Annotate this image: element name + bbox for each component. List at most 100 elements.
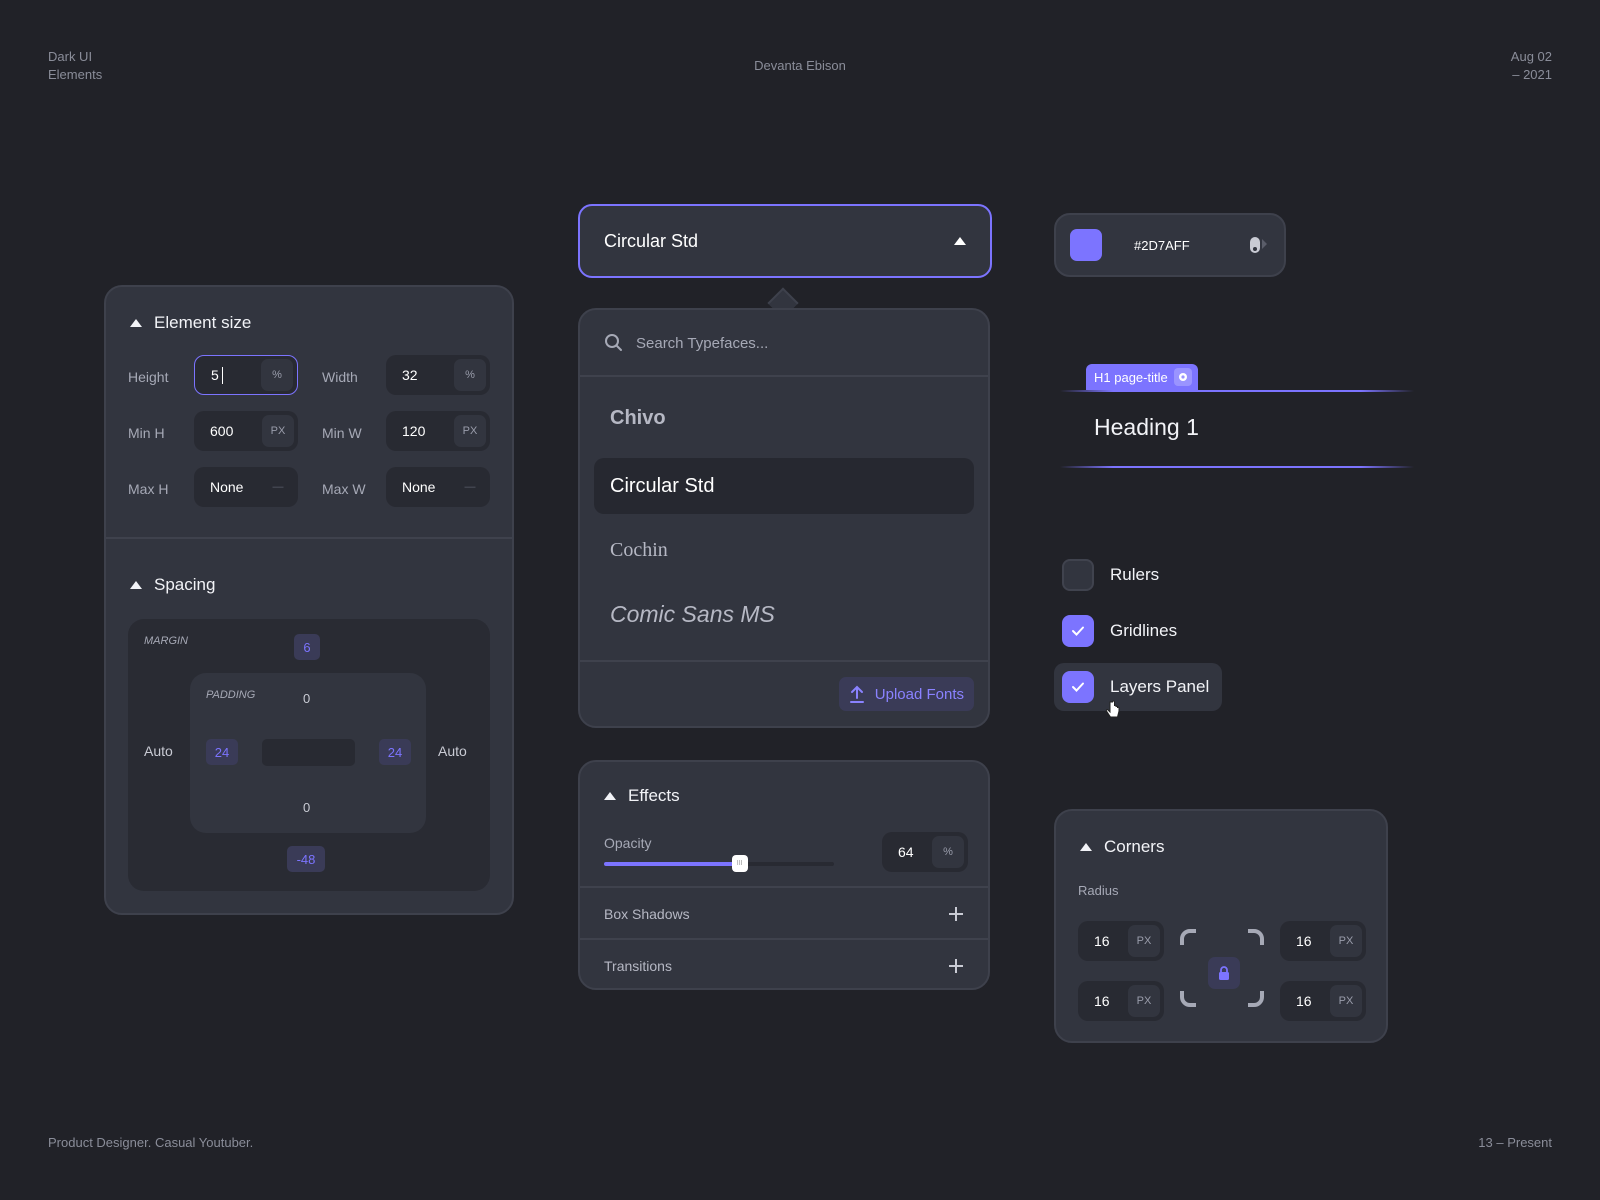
radius-value: 16: [1296, 933, 1312, 949]
font-option-cochin[interactable]: Cochin: [594, 522, 974, 578]
color-picker[interactable]: #2D7AFF: [1054, 213, 1286, 277]
max-height-label: Max H: [128, 481, 169, 497]
font-option-circular-std[interactable]: Circular Std: [594, 458, 974, 514]
padding-bottom-value[interactable]: 0: [303, 800, 310, 815]
eyedropper-icon[interactable]: [1248, 234, 1270, 256]
font-search[interactable]: Search Typefaces...: [580, 310, 988, 376]
padding-top-value[interactable]: 0: [303, 691, 310, 706]
search-icon: [605, 334, 622, 351]
upload-fonts-label: Upload Fonts: [874, 685, 964, 703]
collapse-triangle-icon: [130, 581, 142, 589]
radius-bottom-left-input[interactable]: 16 PX: [1078, 981, 1164, 1021]
min-height-unit[interactable]: PX: [262, 415, 294, 447]
checkbox-box[interactable]: [1062, 615, 1094, 647]
width-unit[interactable]: %: [454, 359, 486, 391]
text-cursor: [222, 367, 223, 384]
checkbox-label: Gridlines: [1110, 621, 1178, 640]
font-dropdown: Search Typefaces... Chivo Circular Std C…: [578, 308, 990, 728]
corners-header[interactable]: Corners: [1080, 837, 1164, 857]
radius-bottom-right-input[interactable]: 16 PX: [1280, 981, 1366, 1021]
radius-label: Radius: [1078, 883, 1119, 898]
transitions-row[interactable]: Transitions: [604, 954, 964, 978]
margin-right-value[interactable]: Auto: [438, 743, 467, 759]
color-hex-value[interactable]: #2D7AFF: [1134, 238, 1190, 253]
element-tag-label: H1 page-title: [1094, 369, 1168, 385]
padding-left-value[interactable]: 24: [206, 739, 238, 765]
padding-box: PADDING 0 24 24 0: [190, 673, 426, 833]
checkbox-box[interactable]: [1062, 671, 1094, 703]
upload-fonts-button[interactable]: Upload Fonts: [838, 677, 974, 711]
max-height-value: None: [210, 479, 244, 495]
content-box: [262, 739, 355, 766]
spacing-header[interactable]: Spacing: [130, 575, 215, 595]
min-width-input[interactable]: 120 PX: [386, 411, 490, 451]
max-height-input[interactable]: None —: [194, 467, 298, 507]
radius-unit: PX: [1128, 925, 1160, 957]
margin-top-value[interactable]: 6: [294, 634, 320, 660]
footer-page: 13 – Present: [1478, 1135, 1552, 1150]
spacing-title: Spacing: [154, 575, 216, 594]
header-date-line1: Aug 02: [1510, 49, 1552, 64]
lock-icon: [1219, 966, 1229, 980]
radius-top-right-input[interactable]: 16 PX: [1280, 921, 1366, 961]
selection-line-bottom: [1060, 466, 1414, 468]
checkmark-icon: [1072, 626, 1084, 636]
checkbox-rulers[interactable]: Rulers: [1062, 559, 1159, 591]
corners-title: Corners: [1104, 837, 1165, 856]
opacity-label: Opacity: [604, 835, 652, 851]
color-swatch[interactable]: [1070, 229, 1102, 261]
hand-cursor-icon: [1105, 700, 1120, 718]
checkbox-box[interactable]: [1062, 559, 1094, 591]
min-height-value: 600: [210, 423, 234, 439]
radius-unit: PX: [1128, 985, 1160, 1017]
transitions-label: Transitions: [604, 958, 672, 974]
radius-top-left-input[interactable]: 16 PX: [1078, 921, 1164, 961]
margin-bottom-value[interactable]: -48: [287, 846, 325, 872]
font-option-chivo[interactable]: Chivo: [594, 390, 974, 446]
effects-title: Effects: [628, 786, 680, 805]
plus-icon[interactable]: [948, 906, 964, 922]
opacity-unit: %: [932, 836, 964, 868]
opacity-input[interactable]: 64 %: [882, 832, 968, 872]
margin-box: MARGIN 6 Auto Auto -48 PADDING 0 24 24 0: [128, 619, 490, 891]
opacity-slider-thumb[interactable]: III: [731, 855, 748, 872]
font-select[interactable]: Circular Std: [578, 204, 992, 278]
margin-left-value[interactable]: Auto: [144, 743, 173, 759]
checkmark-icon: [1072, 682, 1084, 692]
min-height-input[interactable]: 600 PX: [194, 411, 298, 451]
box-shadows-row[interactable]: Box Shadows: [604, 902, 964, 926]
checkbox-layers-panel[interactable]: Layers Panel: [1062, 671, 1209, 703]
font-select-value: Circular Std: [604, 230, 699, 251]
lock-radius-button[interactable]: [1208, 957, 1240, 989]
heading-1[interactable]: Heading 1: [1094, 414, 1199, 441]
height-input[interactable]: 5 %: [194, 355, 298, 395]
radius-unit: PX: [1330, 925, 1362, 957]
collapse-triangle-icon: [130, 319, 142, 327]
width-input[interactable]: 32 %: [386, 355, 490, 395]
opacity-slider[interactable]: III: [604, 855, 834, 872]
gear-icon[interactable]: [1173, 368, 1192, 386]
max-width-input[interactable]: None —: [386, 467, 490, 507]
section-divider: [106, 537, 512, 539]
element-tag[interactable]: H1 page-title: [1086, 364, 1198, 390]
height-unit[interactable]: %: [261, 359, 293, 391]
checkbox-gridlines[interactable]: Gridlines: [1062, 615, 1177, 647]
header-date: Aug 02 – 2021: [1511, 48, 1552, 84]
radius-unit: PX: [1330, 985, 1362, 1017]
checkbox-label: Rulers: [1110, 565, 1160, 584]
effects-header[interactable]: Effects: [604, 786, 680, 806]
chevron-up-icon: [954, 237, 966, 245]
max-width-value: None: [402, 479, 436, 495]
radius-value: 16: [1094, 993, 1110, 1009]
effects-divider: [580, 938, 988, 940]
corners-panel: Corners Radius 16 PX 16 PX 16 PX 16 PX: [1054, 809, 1388, 1043]
plus-icon[interactable]: [948, 958, 964, 974]
radius-value: 16: [1296, 993, 1312, 1009]
padding-right-value[interactable]: 24: [379, 739, 411, 765]
element-size-header[interactable]: Element size: [130, 313, 251, 333]
min-width-unit[interactable]: PX: [454, 415, 486, 447]
opacity-slider-fill: [604, 862, 740, 866]
height-label: Height: [128, 369, 169, 385]
font-option-comic-sans[interactable]: Comic Sans MS: [594, 586, 974, 642]
selection-line-top: [1060, 390, 1414, 392]
